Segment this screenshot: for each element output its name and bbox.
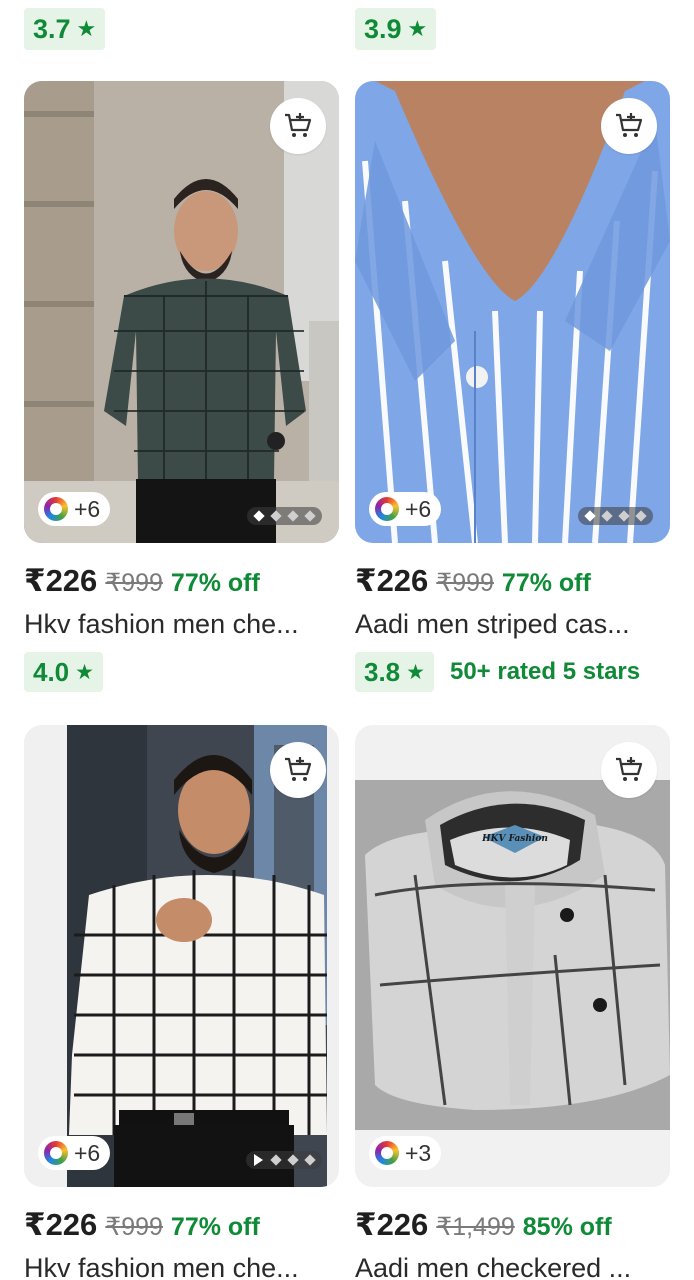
color-variants-badge[interactable]: +6 xyxy=(369,492,442,526)
video-play-icon xyxy=(254,1154,263,1166)
rated-five-stars-note: 50+ rated 5 stars xyxy=(449,658,641,685)
price-row: ₹226 ₹999 77% off xyxy=(24,563,339,599)
image-carousel-indicator[interactable] xyxy=(578,507,653,525)
image-carousel-indicator[interactable] xyxy=(246,1151,322,1169)
add-to-cart-button[interactable] xyxy=(601,98,657,154)
add-to-cart-icon xyxy=(616,757,643,781)
product-card[interactable]: +6 ₹226 ₹999 77% off Hkv fashion men che… xyxy=(24,81,339,692)
sale-price: ₹226 xyxy=(355,1207,429,1242)
variant-count: +3 xyxy=(405,1139,432,1166)
discount-label: 77% off xyxy=(170,1213,260,1241)
add-to-cart-button[interactable] xyxy=(601,742,657,798)
star-icon: ★ xyxy=(76,16,97,41)
carousel-dot xyxy=(253,510,265,522)
rating-row: 4.0 ★ xyxy=(24,652,339,692)
variant-count: +6 xyxy=(405,495,432,522)
carousel-dot xyxy=(304,1154,316,1166)
product-title[interactable]: Hkv fashion men che... xyxy=(24,609,339,640)
sale-price: ₹226 xyxy=(355,563,429,598)
rating-row: 3.8 ★ 50+ rated 5 stars xyxy=(355,652,670,692)
carousel-dot xyxy=(635,510,647,522)
sale-price: ₹226 xyxy=(24,1207,98,1242)
product-image[interactable]: +6 xyxy=(24,81,339,543)
add-to-cart-button[interactable] xyxy=(270,98,326,154)
rating-badge-top-right: 3.9 ★ xyxy=(355,8,437,50)
product-card[interactable]: +6 ₹226 ₹999 77% off Aadi men striped ca… xyxy=(355,81,670,692)
carousel-dot xyxy=(270,510,282,522)
discount-label: 85% off xyxy=(522,1213,612,1241)
rating-badge-top-left: 3.7 ★ xyxy=(24,8,106,50)
price-row: ₹226 ₹999 77% off xyxy=(24,1207,339,1243)
product-title[interactable]: Hkv fashion men che... xyxy=(24,1253,339,1280)
product-image[interactable]: +6 xyxy=(355,81,670,543)
product-card[interactable]: +6 ₹226 ₹999 77% off Hkv fashion men che… xyxy=(24,725,339,1280)
add-to-cart-icon xyxy=(285,113,312,137)
carousel-dot xyxy=(270,1154,282,1166)
color-variants-icon xyxy=(44,497,68,521)
color-variants-badge[interactable]: +3 xyxy=(369,1136,442,1170)
add-to-cart-icon xyxy=(616,113,643,137)
carousel-dot xyxy=(287,1154,299,1166)
sale-price: ₹226 xyxy=(24,563,98,598)
rating-value: 4.0 xyxy=(33,656,70,687)
variant-count: +6 xyxy=(74,1139,101,1166)
variant-count: +6 xyxy=(74,495,101,522)
brand-logo: HKV Fashion xyxy=(481,834,548,844)
rating-badge: 4.0 ★ xyxy=(24,652,103,692)
price-row: ₹226 ₹999 77% off xyxy=(355,563,670,599)
color-variants-icon xyxy=(375,1141,399,1165)
product-image[interactable]: +6 xyxy=(24,725,339,1187)
discount-label: 77% off xyxy=(170,569,260,597)
original-price: ₹999 xyxy=(105,1213,163,1241)
star-icon: ★ xyxy=(406,660,425,684)
rating-value: 3.9 xyxy=(364,13,402,44)
price-row: ₹226 ₹1,499 85% off xyxy=(355,1207,670,1243)
original-price: ₹999 xyxy=(105,569,163,597)
product-title[interactable]: Aadi men checkered ... xyxy=(355,1253,670,1280)
carousel-dot xyxy=(287,510,299,522)
rating-badge: 3.8 ★ xyxy=(355,652,434,692)
original-price: ₹999 xyxy=(436,569,494,597)
color-variants-icon xyxy=(375,497,399,521)
carousel-dot xyxy=(584,510,596,522)
discount-label: 77% off xyxy=(501,569,591,597)
color-variants-icon xyxy=(44,1141,68,1165)
image-carousel-indicator[interactable] xyxy=(247,507,322,525)
color-variants-badge[interactable]: +6 xyxy=(38,492,111,526)
carousel-dot xyxy=(601,510,613,522)
carousel-dot xyxy=(618,510,630,522)
rating-value: 3.7 xyxy=(33,13,71,44)
original-price: ₹1,499 xyxy=(436,1213,515,1241)
rating-value: 3.8 xyxy=(364,656,401,687)
product-title[interactable]: Aadi men striped cas... xyxy=(355,609,670,640)
carousel-dot xyxy=(304,510,316,522)
product-image[interactable]: HKV Fashion +3 xyxy=(355,725,670,1187)
star-icon: ★ xyxy=(407,16,428,41)
star-icon: ★ xyxy=(75,660,94,684)
product-card[interactable]: HKV Fashion +3 ₹226 ₹1,499 85% off Aadi … xyxy=(355,725,670,1280)
add-to-cart-icon xyxy=(285,757,312,781)
color-variants-badge[interactable]: +6 xyxy=(38,1136,111,1170)
add-to-cart-button[interactable] xyxy=(270,742,326,798)
